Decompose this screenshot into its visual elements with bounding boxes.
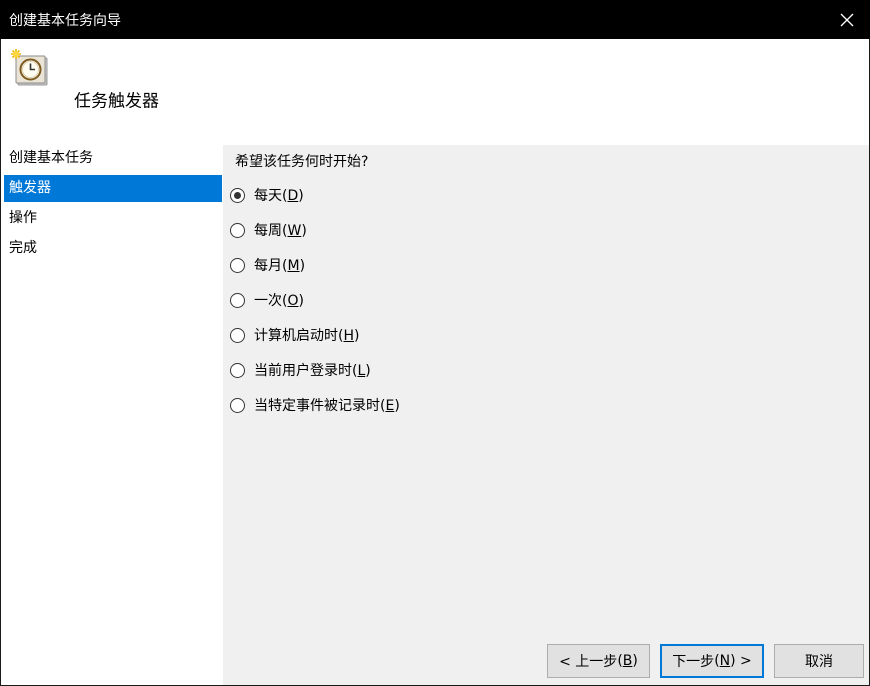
radio-label: 每天(D)	[254, 188, 304, 204]
next-button-label: 下一步	[672, 654, 715, 670]
radio-label-key: E	[385, 398, 395, 414]
cancel-button[interactable]: 取消	[774, 644, 864, 678]
next-button-key: N	[719, 653, 731, 669]
radio-option-e[interactable]: 当特定事件被记录时(E)	[230, 394, 400, 416]
radio-option-o[interactable]: 一次(O)	[230, 289, 304, 311]
radio-label-text: 每月	[254, 258, 282, 274]
wizard-header: 任务触发器	[1, 39, 869, 145]
radio-label-text: 当特定事件被记录时	[254, 398, 380, 414]
radio-label-text: 每天	[254, 188, 282, 204]
radio-option-l[interactable]: 当前用户登录时(L)	[230, 359, 371, 381]
sidebar-item-finish[interactable]: 完成	[1, 235, 223, 265]
back-button-key: B	[622, 653, 633, 669]
radio-circle[interactable]	[230, 362, 245, 378]
radio-circle[interactable]	[230, 257, 245, 273]
page-heading: 任务触发器	[74, 91, 159, 112]
radio-option-m[interactable]: 每月(M)	[230, 254, 305, 276]
sidebar-item-create-basic-task[interactable]: 创建基本任务	[1, 145, 223, 175]
radio-label: 当特定事件被记录时(E)	[254, 398, 400, 414]
radio-label-text: 一次	[254, 293, 282, 309]
radio-label-key: L	[357, 363, 366, 379]
next-button-suffix: >	[735, 653, 752, 669]
radio-option-d[interactable]: 每天(D)	[230, 184, 304, 206]
sidebar-item-trigger[interactable]: 触发器	[4, 175, 222, 202]
back-button-label: < 上一步	[559, 654, 618, 670]
question-label: 希望该任务何时开始?	[235, 154, 369, 170]
radio-label-text: 计算机启动时	[254, 328, 338, 344]
radio-label: 一次(O)	[254, 293, 304, 309]
radio-label-text: 当前用户登录时	[254, 363, 352, 379]
radio-label: 每月(M)	[254, 258, 306, 274]
radio-circle[interactable]	[230, 327, 245, 343]
close-icon	[840, 13, 854, 26]
radio-option-h[interactable]: 计算机启动时(H)	[230, 324, 359, 346]
trigger-options-panel: 希望该任务何时开始? 每天(D) 每周(W) 每月(M) 一次(O) 计算机启动时(H)…	[223, 145, 869, 635]
task-clock-icon	[11, 49, 48, 86]
radio-label-key: M	[287, 258, 300, 274]
cancel-button-label: 取消	[805, 654, 833, 670]
close-button[interactable]	[824, 0, 870, 39]
title-bar: 创建基本任务向导	[0, 0, 870, 39]
radio-label-key: W	[287, 223, 302, 239]
back-button[interactable]: < 上一步(B)	[547, 644, 650, 678]
radio-label-key: H	[343, 328, 354, 344]
window-title: 创建基本任务向导	[9, 12, 121, 29]
radio-label-key: O	[287, 293, 299, 309]
radio-label: 每周(W)	[254, 223, 307, 239]
radio-label-text: 每周	[254, 223, 282, 239]
radio-circle[interactable]	[230, 292, 245, 308]
radio-label: 计算机启动时(H)	[254, 328, 360, 344]
radio-circle[interactable]	[230, 397, 245, 413]
next-button[interactable]: 下一步(N) >	[660, 644, 764, 678]
radio-label-key: D	[287, 188, 299, 204]
radio-circle[interactable]	[230, 222, 245, 238]
radio-label: 当前用户登录时(L)	[254, 363, 371, 379]
radio-option-w[interactable]: 每周(W)	[230, 219, 307, 241]
wizard-steps-sidebar: 创建基本任务 触发器 操作 完成	[1, 145, 223, 685]
radio-circle[interactable]	[230, 187, 245, 203]
sidebar-item-action[interactable]: 操作	[1, 205, 223, 235]
